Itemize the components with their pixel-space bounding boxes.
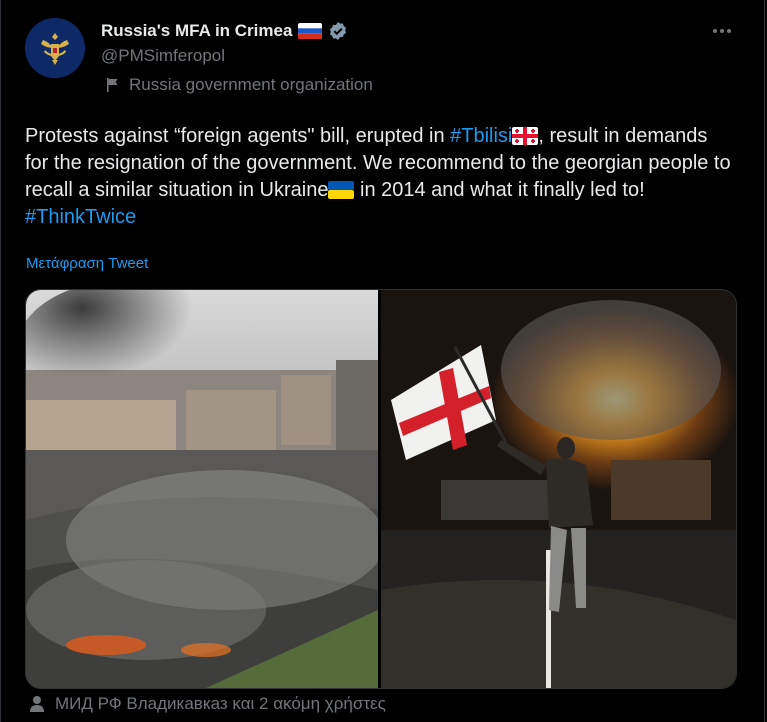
coat-of-arms-icon [25, 18, 85, 78]
tweet-text: Protests against “foreign agents" bill, … [25, 123, 735, 231]
more-dot-icon [713, 29, 717, 33]
georgia-flag-icon [512, 127, 539, 145]
retweet-attribution-text: ΜИД РФ Владикавказ και 2 ακόμη χρήστες [55, 694, 386, 713]
account-handle[interactable]: @PMSimferopol [101, 46, 225, 66]
maidan-aerial-photo [26, 290, 378, 688]
account-name-row: Russia's MFA in Crimea [101, 19, 348, 43]
photo-maidan-square[interactable] [26, 290, 378, 688]
ukraine-flag-icon [328, 181, 355, 199]
user-icon [30, 696, 44, 712]
translate-tweet-link[interactable]: Μετάφραση Tweet [26, 255, 148, 272]
russia-flag-icon [298, 23, 323, 39]
protester-flag-photo [381, 290, 736, 688]
hashtag-thinktwice-link[interactable]: #ThinkTwice [25, 206, 136, 228]
account-name[interactable]: Russia's MFA in Crimea [101, 21, 292, 41]
flag-pole-icon [107, 78, 118, 92]
tweet-text-part: in 2014 and what it finally led to! [354, 179, 645, 201]
affiliation-text: Russia government organization [129, 75, 373, 94]
tweet-card: Russia's MFA in Crimea @PMSimferopol Rus… [0, 0, 765, 722]
more-options-button[interactable] [709, 20, 735, 42]
media-grid [25, 289, 737, 689]
photo-protester-with-flag[interactable] [381, 290, 736, 688]
more-dot-icon [727, 29, 731, 33]
avatar[interactable] [25, 18, 85, 78]
tweet-text-part: Protests against “foreign agents" bill, … [25, 125, 451, 147]
affiliation-label: Russia government organization [105, 75, 373, 95]
hashtag-tbilisi-link[interactable]: #Tbilisi [450, 125, 512, 147]
more-dot-icon [720, 29, 724, 33]
retweet-attribution[interactable]: ΜИД РФ Владикавказ και 2 ακόμη χρήστες [29, 694, 386, 714]
verified-badge-icon[interactable] [328, 21, 348, 41]
